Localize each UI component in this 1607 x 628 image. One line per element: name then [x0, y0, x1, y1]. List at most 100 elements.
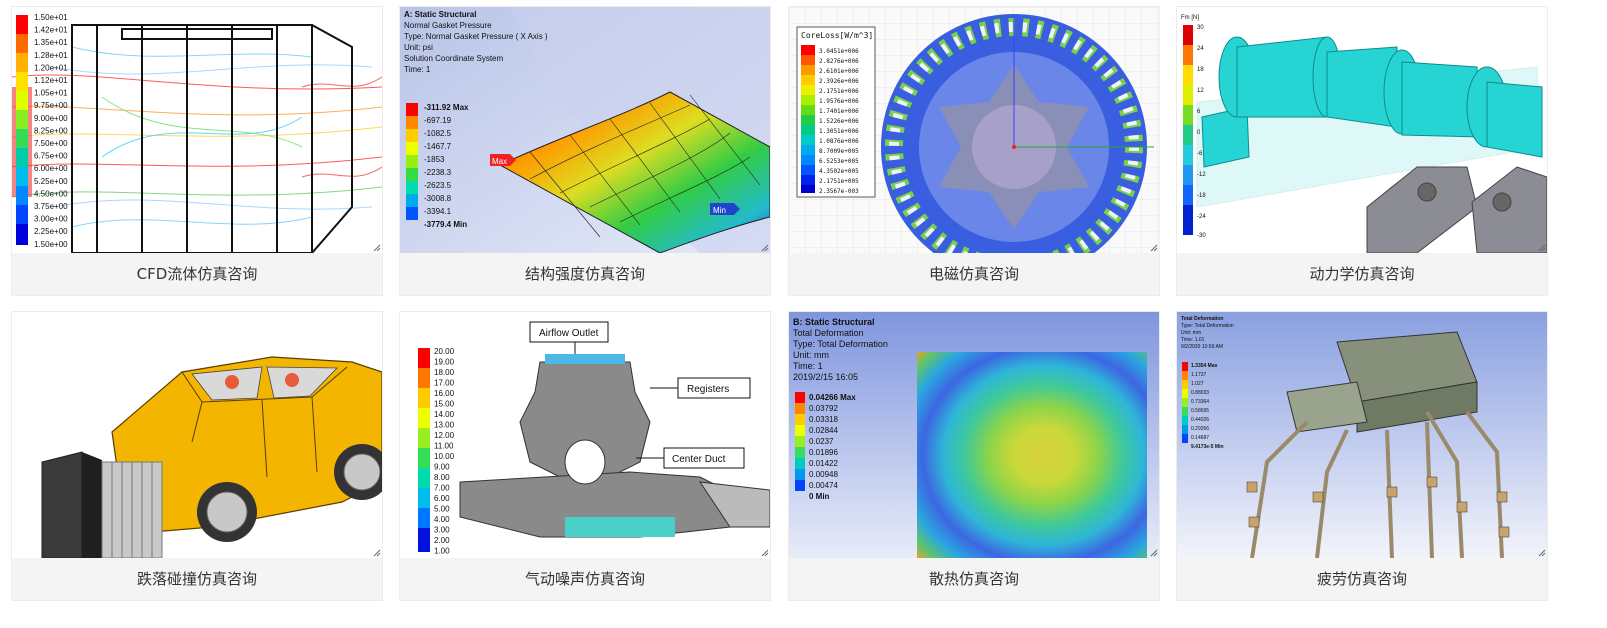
- thermal-simulation-image[interactable]: B: Static Structural Total Deformation T…: [789, 312, 1159, 558]
- coreloss-legend-title: CoreLoss[W/m^3]: [801, 31, 873, 40]
- coreloss-legend-tick: 1.5226e+006: [819, 118, 859, 125]
- service-card-thermal[interactable]: B: Static Structural Total Deformation T…: [788, 311, 1160, 601]
- structural-legend-tick: -3008.8: [424, 194, 452, 203]
- card-caption[interactable]: CFD流体仿真咨询: [12, 253, 382, 295]
- service-card-structural[interactable]: A: Static Structural Normal Gasket Press…: [399, 6, 771, 296]
- service-card-electromagnetic[interactable]: CoreLoss[W/m^3] 3.0451e+006 2.8276e+006 …: [788, 6, 1160, 296]
- coreloss-legend-tick: 1.3051e+006: [819, 128, 859, 135]
- cfd-legend-tick: 1.50e+01: [34, 13, 68, 22]
- structural-legend-tick: -3779.4 Min: [424, 220, 467, 229]
- max-marker-label: Max: [492, 157, 507, 166]
- cfd-legend-tick: 1.42e+01: [34, 26, 68, 35]
- structural-legend-tick: -2623.5: [424, 181, 452, 190]
- cfd-legend-tick: 1.50e+00: [34, 240, 68, 249]
- cfd-simulation-image[interactable]: 1.50e+01 1.42e+01 1.35e+01 1.28e+01 1.20…: [12, 7, 382, 253]
- service-card-dynamics[interactable]: Fm [N] 30 24 18 12 6 0 -6 -12 -18 -24 -3…: [1176, 6, 1548, 296]
- coreloss-legend-tick: 3.0451e+006: [819, 48, 859, 55]
- cfd-legend-tick: 1.35e+01: [34, 38, 68, 47]
- coreloss-legend-tick: 2.3926e+006: [819, 78, 859, 85]
- coreloss-legend-tick: 2.1751e+006: [819, 88, 859, 95]
- card-caption[interactable]: 疲劳仿真咨询: [1177, 558, 1547, 600]
- aeroacoustic-legend-tick: 20.00: [434, 347, 455, 356]
- card-caption[interactable]: 动力学仿真咨询: [1177, 253, 1547, 295]
- fatigue-legend-tick: 1.1737: [1191, 372, 1207, 378]
- coreloss-legend-tick: 1.9576e+006: [819, 98, 859, 105]
- fatigue-header-line: 9/2/2020 10:59 AM: [1181, 344, 1223, 350]
- fatigue-legend-tick: 0.44026: [1191, 417, 1209, 423]
- aeroacoustic-legend-tick: 3.00: [434, 526, 450, 535]
- cfd-legend-tick: 1.05e+01: [34, 89, 68, 98]
- aeroacoustic-legend-tick: 9.00: [434, 463, 450, 472]
- min-marker: Min: [710, 203, 740, 215]
- fatigue-header-line: Type: Total Deformation: [1181, 323, 1234, 329]
- cfd-legend-tick: 4.50e+00: [34, 189, 68, 198]
- thermal-legend-tick: 0.02844: [809, 426, 838, 435]
- aeroacoustic-legend-tick: 8.00: [434, 473, 450, 482]
- callout-registers: Registers: [687, 384, 729, 395]
- coreloss-legend-tick: 2.6101e+006: [819, 68, 859, 75]
- card-caption[interactable]: 气动噪声仿真咨询: [400, 558, 770, 600]
- fatigue-header-line: Total Deformation: [1181, 316, 1223, 322]
- dynamics-legend-tick: -30: [1197, 233, 1206, 239]
- structural-legend-tick: -1853: [424, 155, 445, 164]
- aeroacoustic-legend-tick: 7.00: [434, 484, 450, 493]
- card-caption[interactable]: 跌落碰撞仿真咨询: [12, 558, 382, 600]
- aeroacoustic-legend-tick: 10.00: [434, 452, 455, 461]
- service-card-fatigue[interactable]: Total Deformation Type: Total Deformatio…: [1176, 311, 1548, 601]
- thermal-header-line: Total Deformation: [793, 328, 864, 338]
- coreloss-legend: CoreLoss[W/m^3] 3.0451e+006 2.8276e+006 …: [796, 26, 876, 198]
- dynamics-legend-tick: -18: [1197, 193, 1206, 199]
- fatigue-header-line: Time: 1.01: [1181, 337, 1205, 343]
- thermal-legend-tick: 0 Min: [809, 492, 830, 501]
- aeroacoustic-legend-tick: 13.00: [434, 421, 455, 430]
- coreloss-legend-tick: 2.3567e-003: [819, 188, 859, 195]
- fatigue-legend-tick: 0.88033: [1191, 390, 1209, 396]
- aeroacoustic-legend-tick: 19.00: [434, 358, 455, 367]
- cfd-legend-tick: 9.00e+00: [34, 114, 68, 123]
- dynamics-simulation-image[interactable]: Fm [N] 30 24 18 12 6 0 -6 -12 -18 -24 -3…: [1177, 7, 1547, 253]
- aeroacoustic-simulation-image[interactable]: Airflow Outlet Registers Center Duct 20.…: [400, 312, 770, 558]
- thermal-legend-tick: 0.04266 Max: [809, 393, 856, 402]
- cfd-legend-tick: 7.50e+00: [34, 139, 68, 148]
- card-caption[interactable]: 电磁仿真咨询: [789, 253, 1159, 295]
- structural-simulation-image[interactable]: A: Static Structural Normal Gasket Press…: [400, 7, 770, 253]
- fatigue-legend-tick: 0.29356: [1191, 426, 1209, 432]
- cfd-legend-tick: 1.20e+01: [34, 63, 68, 72]
- service-card-aeroacoustic[interactable]: Airflow Outlet Registers Center Duct 20.…: [399, 311, 771, 601]
- cfd-legend-tick: 6.00e+00: [34, 164, 68, 173]
- dynamics-legend-tick: -6: [1197, 151, 1203, 157]
- cfd-legend-tick: 3.00e+00: [34, 215, 68, 224]
- service-card-cfd[interactable]: 1.50e+01 1.42e+01 1.35e+01 1.28e+01 1.20…: [11, 6, 383, 296]
- coreloss-legend-tick: 2.1751e+005: [819, 178, 859, 185]
- thermal-header-line: Time: 1: [793, 361, 823, 371]
- aeroacoustic-legend-tick: 5.00: [434, 505, 450, 514]
- structural-header-line: Type: Normal Gasket Pressure ( X Axis ): [404, 32, 548, 41]
- dynamics-legend-tick: 12: [1197, 88, 1204, 94]
- dynamics-legend-tick: 24: [1197, 46, 1204, 52]
- service-card-crash[interactable]: 跌落碰撞仿真咨询: [11, 311, 383, 601]
- crash-simulation-image[interactable]: [12, 312, 382, 558]
- aeroacoustic-legend-tick: 1.00: [434, 547, 450, 556]
- callout-airflow-outlet: Airflow Outlet: [539, 328, 599, 339]
- coreloss-legend-tick: 8.7009e+005: [819, 148, 859, 155]
- aeroacoustic-legend-tick: 6.00: [434, 494, 450, 503]
- fatigue-legend-tick: 0.73364: [1191, 399, 1209, 405]
- cfd-legend-tick: 1.28e+01: [34, 51, 68, 60]
- card-caption[interactable]: 散热仿真咨询: [789, 558, 1159, 600]
- cfd-legend-tick: 3.75e+00: [34, 202, 68, 211]
- thermal-header-line: Type: Total Deformation: [793, 339, 888, 349]
- structural-legend-tick: -1082.5: [424, 129, 452, 138]
- fatigue-simulation-image[interactable]: Total Deformation Type: Total Deformatio…: [1177, 312, 1547, 558]
- dynamics-legend-title: Fm [N]: [1181, 15, 1199, 21]
- thermal-legend-tick: 0.01422: [809, 459, 838, 468]
- coreloss-legend-tick: 6.5253e+005: [819, 158, 859, 165]
- min-marker-label: Min: [713, 206, 726, 215]
- aeroacoustic-legend-tick: 18.00: [434, 368, 455, 377]
- thermal-legend-tick: 0.01896: [809, 448, 838, 457]
- electromagnetic-simulation-image[interactable]: CoreLoss[W/m^3] 3.0451e+006 2.8276e+006 …: [789, 7, 1159, 253]
- structural-header-line: Solution Coordinate System: [404, 54, 504, 63]
- card-caption[interactable]: 结构强度仿真咨询: [400, 253, 770, 295]
- cfd-legend-tick: 5.25e+00: [34, 177, 68, 186]
- cfd-legend-tick: 6.75e+00: [34, 152, 68, 161]
- structural-legend-tick: -3394.1: [424, 207, 452, 216]
